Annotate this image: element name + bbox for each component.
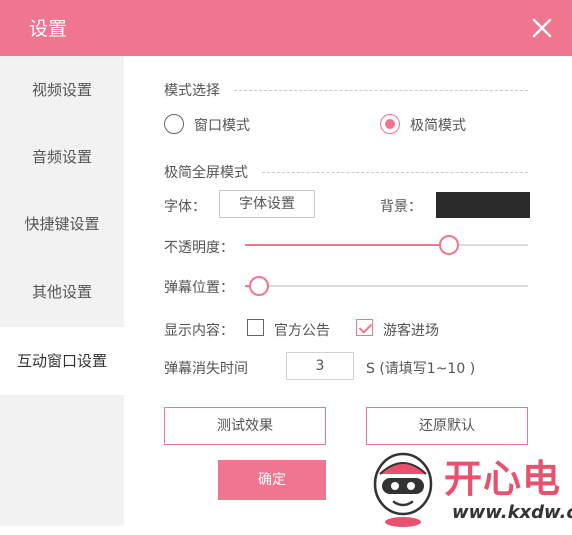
radio-window-mode-label: 窗口模式 <box>194 118 250 134</box>
sidebar-item-label: 视频设置 <box>31 81 92 99</box>
sidebar-item-video[interactable]: 视频设置 <box>0 56 124 124</box>
window-title: 设置 <box>29 18 68 40</box>
radio-minimal-mode[interactable] <box>380 114 400 134</box>
checkbox-official-notice-label: 官方公告 <box>274 323 330 339</box>
close-icon <box>532 18 552 38</box>
watermark-url: www.kxdw.c <box>452 502 572 523</box>
mode-section-title: 模式选择 <box>164 83 220 99</box>
opacity-label: 不透明度： <box>164 240 234 256</box>
font-label: 字体： <box>164 199 206 215</box>
position-slider-thumb[interactable] <box>249 276 270 296</box>
confirm-button[interactable]: 确定 <box>218 460 326 500</box>
sidebar-item-label: 音频设置 <box>31 148 92 166</box>
display-content-label: 显示内容： <box>164 323 234 339</box>
sidebar: 视频设置 音频设置 快捷键设置 其他设置 互动窗口设置 <box>0 56 124 526</box>
opacity-slider-thumb[interactable] <box>438 235 459 255</box>
opacity-slider-fill <box>245 244 449 246</box>
checkbox-guest-entry[interactable] <box>356 319 373 336</box>
sidebar-item-interactive-window[interactable]: 互动窗口设置 <box>0 327 124 395</box>
font-settings-button[interactable]: 字体设置 <box>219 190 315 218</box>
mascot-icon <box>373 452 433 527</box>
test-effect-button[interactable]: 测试效果 <box>164 407 326 445</box>
checkbox-guest-entry-label: 游客进场 <box>383 323 439 339</box>
sidebar-item-other[interactable]: 其他设置 <box>0 258 124 326</box>
watermark-logo: 开心电 www.kxdw.c <box>360 440 572 535</box>
danmaku-position-label: 弹幕位置： <box>164 280 234 296</box>
watermark-brand: 开心电 <box>444 457 562 501</box>
vanish-time-hint: S (请填写1~10 ) <box>366 361 476 377</box>
divider <box>262 172 528 173</box>
title-bar: 设置 <box>0 0 572 56</box>
checkbox-official-notice[interactable] <box>247 319 264 336</box>
background-color-picker[interactable] <box>436 192 530 218</box>
divider <box>234 90 528 91</box>
sidebar-item-shortcuts[interactable]: 快捷键设置 <box>0 190 124 258</box>
background-label: 背景： <box>380 199 422 215</box>
sidebar-item-audio[interactable]: 音频设置 <box>0 123 124 191</box>
vanish-time-label: 弹幕消失时间 <box>164 361 248 377</box>
sidebar-item-label: 其他设置 <box>31 283 92 301</box>
fullscreen-section-title: 极简全屏模式 <box>164 165 248 181</box>
close-button[interactable] <box>524 10 560 46</box>
radio-minimal-mode-label: 极简模式 <box>410 118 466 134</box>
sidebar-item-label: 互动窗口设置 <box>16 352 107 370</box>
radio-window-mode[interactable] <box>164 114 184 134</box>
sidebar-item-label: 快捷键设置 <box>24 215 100 233</box>
vanish-time-input[interactable]: 3 <box>286 352 354 380</box>
position-slider-track[interactable] <box>245 285 528 287</box>
